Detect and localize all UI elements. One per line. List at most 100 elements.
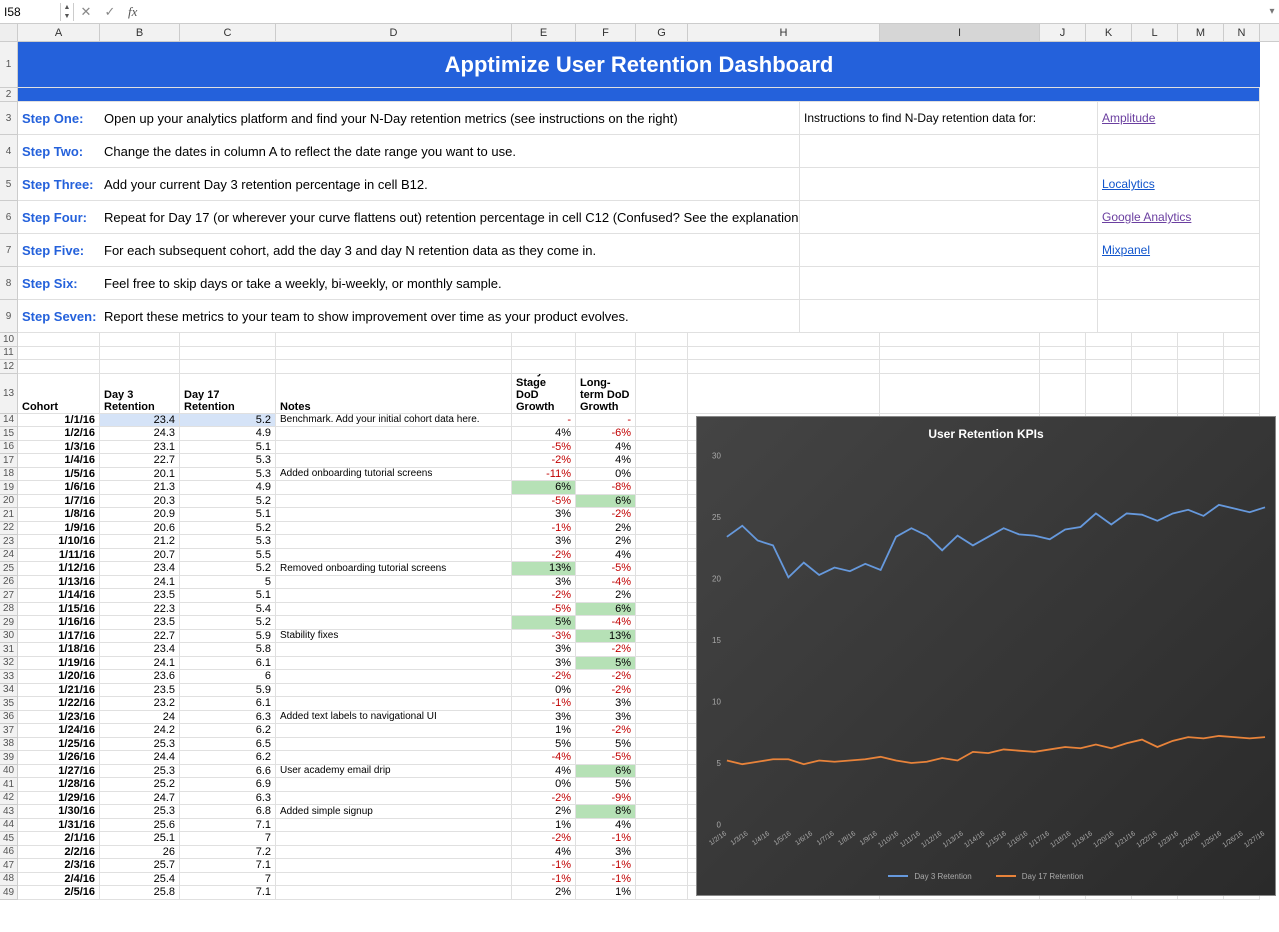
cell[interactable]: 1/20/16 [18, 670, 100, 684]
cell[interactable] [1040, 360, 1086, 374]
cell[interactable] [276, 886, 512, 900]
cell[interactable] [18, 347, 100, 361]
cell[interactable]: -1% [512, 859, 576, 873]
cell[interactable] [276, 751, 512, 765]
cell[interactable]: 3% [512, 535, 576, 549]
cell[interactable] [636, 454, 688, 468]
cell[interactable]: 3% [512, 711, 576, 725]
row-header[interactable]: 34 [0, 684, 18, 698]
cell[interactable]: 6.2 [180, 724, 276, 738]
cell[interactable]: 1% [512, 819, 576, 833]
expand-formula-icon[interactable]: ▾ [1265, 6, 1279, 17]
cell[interactable] [276, 616, 512, 630]
cell[interactable]: -1% [576, 832, 636, 846]
side-link-cell[interactable] [1098, 135, 1260, 168]
step-instruction[interactable]: For each subsequent cohort, add the day … [100, 234, 800, 267]
cell[interactable]: 1% [512, 724, 576, 738]
cell[interactable] [576, 360, 636, 374]
row-header[interactable]: 49 [0, 886, 18, 900]
row-header[interactable]: 1 [0, 42, 18, 88]
cell[interactable] [636, 468, 688, 482]
cell[interactable]: 7 [180, 832, 276, 846]
cell[interactable]: -3% [512, 630, 576, 644]
cell[interactable] [1040, 347, 1086, 361]
side-cell[interactable] [800, 267, 1098, 300]
cell[interactable] [636, 846, 688, 860]
cell[interactable] [636, 778, 688, 792]
cancel-icon[interactable]: ✕ [74, 0, 98, 24]
cell[interactable]: -4% [576, 576, 636, 590]
cell[interactable] [276, 792, 512, 806]
cell[interactable] [636, 738, 688, 752]
cell[interactable]: 20.7 [100, 549, 180, 563]
name-box[interactable] [0, 5, 60, 19]
cell[interactable]: 6.3 [180, 711, 276, 725]
cell[interactable]: 23.5 [100, 684, 180, 698]
side-link-cell[interactable] [1098, 267, 1260, 300]
cell[interactable]: 24.3 [100, 427, 180, 441]
cell[interactable] [276, 873, 512, 887]
row-header[interactable]: 6 [0, 201, 18, 234]
cell[interactable]: 5.4 [180, 603, 276, 617]
row-header[interactable]: 26 [0, 576, 18, 590]
cell[interactable] [880, 360, 1040, 374]
side-cell[interactable] [800, 168, 1098, 201]
cell[interactable]: 6.5 [180, 738, 276, 752]
cell[interactable]: 4% [576, 454, 636, 468]
cell[interactable]: 21.2 [100, 535, 180, 549]
row-header[interactable]: 22 [0, 522, 18, 536]
cell[interactable] [276, 670, 512, 684]
cell[interactable]: -5% [512, 495, 576, 509]
step-label[interactable]: Step Four: [18, 201, 100, 234]
cell[interactable] [636, 792, 688, 806]
cell[interactable] [18, 360, 100, 374]
cell[interactable]: 1/31/16 [18, 819, 100, 833]
cell[interactable] [636, 603, 688, 617]
cell[interactable]: -1% [512, 697, 576, 711]
cell[interactable]: 24.4 [100, 751, 180, 765]
cell[interactable]: 6.6 [180, 765, 276, 779]
row-header[interactable]: 30 [0, 630, 18, 644]
cell[interactable]: 25.3 [100, 765, 180, 779]
cell[interactable]: 4% [512, 846, 576, 860]
cell[interactable]: 25.3 [100, 738, 180, 752]
row-header[interactable]: 21 [0, 508, 18, 522]
col-header-I[interactable]: I [880, 24, 1040, 41]
row-header[interactable]: 7 [0, 234, 18, 267]
cell[interactable]: -2% [576, 508, 636, 522]
cell[interactable]: 1/27/16 [18, 765, 100, 779]
header-long[interactable]: Long-term DoD Growth [576, 374, 636, 414]
cell[interactable]: 6% [512, 481, 576, 495]
side-link-cell[interactable]: Mixpanel [1098, 234, 1260, 267]
cell[interactable]: 25.7 [100, 859, 180, 873]
cell[interactable] [636, 508, 688, 522]
cell[interactable]: 7.1 [180, 859, 276, 873]
cell[interactable] [276, 522, 512, 536]
cell[interactable]: 5.2 [180, 414, 276, 428]
cell[interactable]: - [512, 414, 576, 428]
cell[interactable]: 1/17/16 [18, 630, 100, 644]
cell[interactable]: 1/11/16 [18, 549, 100, 563]
cell[interactable]: 1/7/16 [18, 495, 100, 509]
cell[interactable]: 24.1 [100, 576, 180, 590]
cell[interactable]: 8% [576, 805, 636, 819]
step-label[interactable]: Step Two: [18, 135, 100, 168]
cell[interactable] [636, 765, 688, 779]
cell[interactable]: 3% [512, 643, 576, 657]
cell[interactable]: 25.8 [100, 886, 180, 900]
cell[interactable] [1178, 374, 1224, 414]
row-header[interactable]: 37 [0, 724, 18, 738]
row-header[interactable]: 45 [0, 832, 18, 846]
cell[interactable]: 1/12/16 [18, 562, 100, 576]
cell[interactable]: 5% [576, 778, 636, 792]
cell[interactable] [18, 333, 100, 347]
row-header[interactable]: 35 [0, 697, 18, 711]
side-cell[interactable] [800, 300, 1098, 333]
cell[interactable] [512, 333, 576, 347]
cell[interactable]: 2/5/16 [18, 886, 100, 900]
cell[interactable]: 4% [512, 427, 576, 441]
cell[interactable] [276, 819, 512, 833]
cell[interactable]: -2% [576, 724, 636, 738]
side-cell[interactable] [800, 234, 1098, 267]
cell[interactable]: -5% [576, 751, 636, 765]
